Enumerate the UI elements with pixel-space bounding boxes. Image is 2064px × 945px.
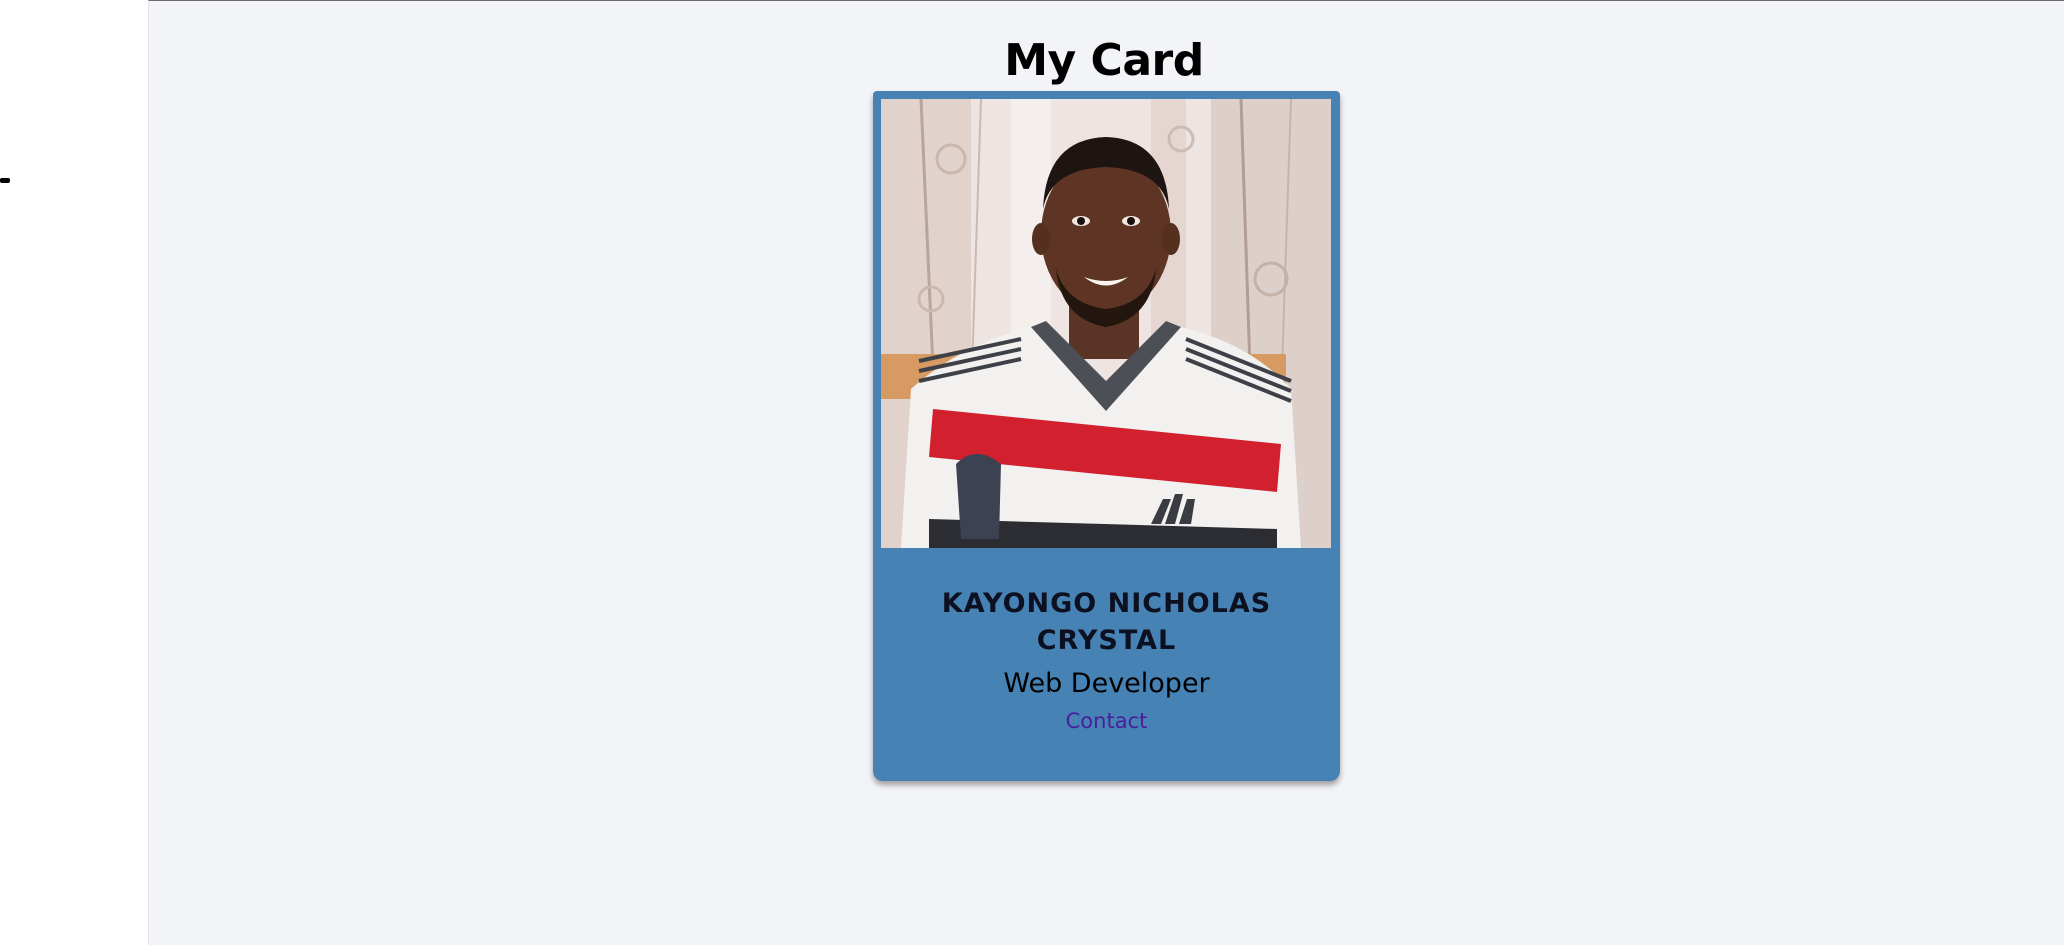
profile-card: KAYONGO NICHOLAS CRYSTAL Web Developer C…: [873, 91, 1340, 781]
card-name: KAYONGO NICHOLAS CRYSTAL: [941, 588, 1272, 656]
page-title: My Card: [1004, 35, 1204, 86]
stray-mark: [0, 178, 10, 183]
contact-link[interactable]: Contact: [873, 706, 1340, 736]
card-role: Web Developer: [1003, 668, 1210, 699]
profile-photo: [881, 99, 1331, 548]
profile-photo-image: [881, 99, 1331, 548]
